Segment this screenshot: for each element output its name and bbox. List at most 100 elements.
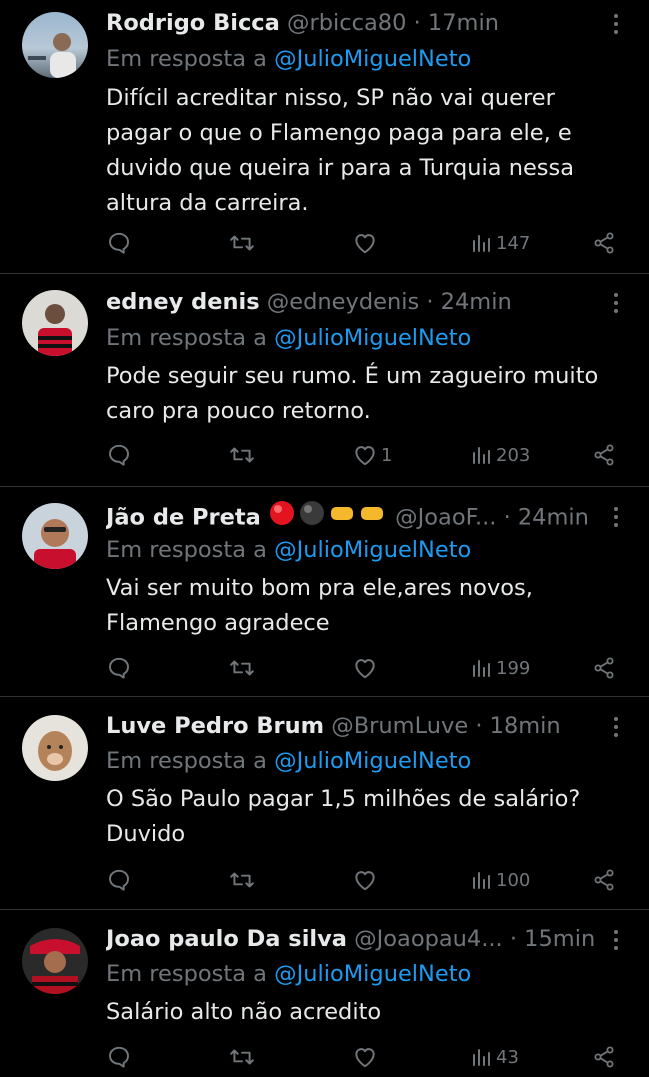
view-count: 100 — [496, 869, 531, 891]
heart-icon — [355, 659, 375, 679]
share-button[interactable] — [592, 1043, 616, 1071]
more-icon[interactable] — [606, 503, 626, 533]
retweet-icon — [230, 235, 254, 251]
more-icon[interactable] — [606, 926, 626, 956]
action-bar: 43 — [0, 1043, 649, 1071]
views-button[interactable]: 100 — [471, 866, 530, 894]
author-handle[interactable]: @rbicca80 — [287, 10, 406, 36]
like-button[interactable] — [352, 654, 381, 682]
share-icon — [594, 1046, 614, 1068]
share-button[interactable] — [592, 229, 616, 257]
reply-context: Em resposta a @JulioMiguelNeto — [106, 746, 471, 776]
heart-icon — [355, 871, 375, 891]
more-icon[interactable] — [606, 10, 626, 40]
view-count: 43 — [496, 1046, 519, 1068]
tweet-text: Vai ser muito bom pra ele,ares novos, Fl… — [106, 575, 533, 636]
action-bar: 100 — [0, 866, 649, 894]
tweet-text: Pode seguir seu rumo. É um zagueiro muit… — [106, 363, 599, 424]
tweet[interactable]: Jão de Preta @JoaoF... · 24min Em respos… — [0, 487, 649, 697]
reply-button[interactable] — [106, 1043, 132, 1071]
tweet[interactable]: Joao paulo Da silva @Joaopau4... · 15min… — [0, 910, 649, 1077]
retweet-button[interactable] — [228, 866, 256, 894]
views-button[interactable]: 43 — [471, 1043, 519, 1071]
like-count: 1 — [381, 444, 393, 466]
author-handle[interactable]: @Joaopau4... — [354, 926, 503, 952]
retweet-icon — [230, 872, 254, 888]
action-bar: 1 203 — [0, 441, 649, 469]
retweet-button[interactable] — [228, 1043, 256, 1071]
tweet-text: Difícil acreditar nisso, SP não vai quer… — [106, 85, 575, 216]
share-button[interactable] — [592, 441, 616, 469]
views-button[interactable]: 199 — [471, 654, 530, 682]
author-name[interactable]: edney denis — [106, 289, 260, 315]
emoji-fist-right — [358, 499, 386, 533]
more-icon[interactable] — [606, 713, 626, 743]
retweet-button[interactable] — [228, 229, 256, 257]
reply-prefix: Em resposta a — [106, 961, 267, 987]
avatar-image — [34, 519, 76, 569]
avatar[interactable] — [22, 290, 88, 356]
share-icon — [594, 869, 614, 891]
reply-button[interactable] — [106, 441, 132, 469]
reply-context: Em resposta a @JulioMiguelNeto — [106, 535, 471, 565]
reply-mention[interactable]: @JulioMiguelNeto — [274, 325, 471, 351]
author-name[interactable]: Luve Pedro Brum — [106, 713, 324, 739]
views-icon — [473, 235, 490, 252]
like-button[interactable] — [352, 1043, 381, 1071]
reply-mention[interactable]: @JulioMiguelNeto — [274, 748, 471, 774]
tweet[interactable]: Rodrigo Bicca @rbicca80 · 17min Em respo… — [0, 0, 649, 274]
avatar-image — [38, 304, 72, 356]
author-name[interactable]: Rodrigo Bicca — [106, 10, 280, 36]
author-handle[interactable]: @JoaoF... — [395, 505, 496, 531]
avatar[interactable] — [22, 928, 88, 994]
tweet-time[interactable]: · 24min — [426, 289, 511, 315]
reply-prefix: Em resposta a — [106, 325, 267, 351]
views-icon — [473, 1049, 490, 1066]
more-icon[interactable] — [606, 289, 626, 319]
author-handle[interactable]: @edneydenis — [267, 289, 419, 315]
tweet[interactable]: Luve Pedro Brum @BrumLuve · 18min Em res… — [0, 697, 649, 910]
tweet-time[interactable]: · 24min — [504, 505, 589, 531]
reply-button[interactable] — [106, 229, 132, 257]
views-icon — [473, 660, 490, 677]
reply-mention[interactable]: @JulioMiguelNeto — [274, 46, 471, 72]
like-button[interactable] — [352, 229, 381, 257]
view-count: 147 — [496, 232, 531, 254]
like-button[interactable]: 1 — [352, 441, 392, 469]
like-button[interactable] — [352, 866, 381, 894]
share-icon — [594, 232, 614, 254]
reply-button[interactable] — [106, 654, 132, 682]
reply-context: Em resposta a @JulioMiguelNeto — [106, 323, 471, 353]
retweet-icon — [230, 1049, 254, 1065]
avatar[interactable] — [22, 503, 88, 569]
avatar-image — [30, 939, 80, 994]
tweet[interactable]: edney denis @edneydenis · 24min Em respo… — [0, 274, 649, 487]
share-button[interactable] — [592, 866, 616, 894]
views-button[interactable]: 203 — [471, 441, 530, 469]
share-button[interactable] — [592, 654, 616, 682]
reply-icon — [109, 657, 129, 679]
author-handle[interactable]: @BrumLuve — [331, 713, 468, 739]
tweet-time[interactable]: · 17min — [414, 10, 499, 36]
views-icon — [473, 447, 490, 464]
retweet-icon — [230, 660, 254, 676]
reply-prefix: Em resposta a — [106, 46, 267, 72]
author-name[interactable]: Jão de Preta — [106, 505, 261, 531]
reply-mention[interactable]: @JulioMiguelNeto — [274, 537, 471, 563]
reply-context: Em resposta a @JulioMiguelNeto — [106, 959, 471, 989]
avatar[interactable] — [22, 12, 88, 78]
avatar[interactable] — [22, 715, 88, 781]
retweet-button[interactable] — [228, 441, 256, 469]
reply-prefix: Em resposta a — [106, 748, 267, 774]
reply-mention[interactable]: @JulioMiguelNeto — [274, 961, 471, 987]
author-name[interactable]: Joao paulo Da silva — [106, 926, 347, 952]
reply-button[interactable] — [106, 866, 132, 894]
view-count: 199 — [496, 657, 531, 679]
view-count: 203 — [496, 444, 531, 466]
views-button[interactable]: 147 — [471, 229, 530, 257]
retweet-button[interactable] — [228, 654, 256, 682]
heart-icon — [355, 234, 375, 254]
tweet-time[interactable]: · 15min — [510, 926, 595, 952]
tweet-time[interactable]: · 18min — [475, 713, 560, 739]
emoji-black-circle — [298, 499, 326, 533]
